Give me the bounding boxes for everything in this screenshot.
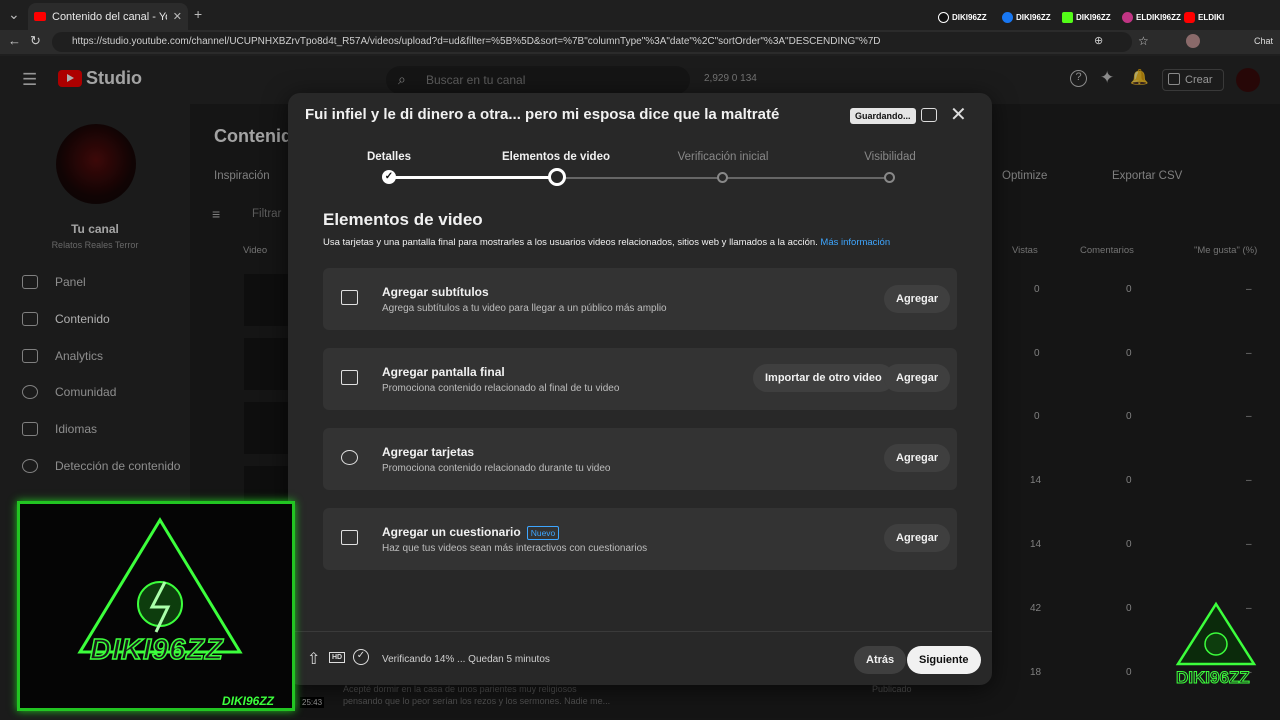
- webcam-overlay: DIKI96ZZ DIKI96ZZ: [17, 501, 295, 711]
- tab-close-icon[interactable]: ✕: [173, 10, 182, 23]
- step-todo-dot: [884, 172, 895, 183]
- section-description-text: Usa tarjetas y una pantalla final para m…: [323, 237, 818, 248]
- checkbox-icon: [341, 530, 358, 545]
- import-from-video-button[interactable]: Importar de otro video: [753, 364, 894, 392]
- end-screen-icon: [341, 370, 358, 385]
- social-label: DIKI96ZZ: [952, 13, 987, 22]
- card-subtitle: Promociona contenido relacionado durante…: [382, 463, 611, 474]
- card-title: Agregar tarjetas: [382, 445, 475, 459]
- upload-dialog: Fui infiel y le di dinero a otra... pero…: [288, 93, 992, 685]
- bookmark-star-icon[interactable]: ☆: [1138, 34, 1149, 48]
- kick-icon: [1062, 12, 1073, 23]
- saving-badge: Guardando...: [850, 108, 916, 124]
- back-button[interactable]: Atrás: [854, 646, 907, 674]
- close-icon[interactable]: ✕: [950, 102, 967, 127]
- info-icon: [341, 450, 358, 465]
- hd-icon[interactable]: HD: [329, 652, 346, 663]
- step-elementos[interactable]: Elementos de video: [491, 151, 621, 163]
- chat-label[interactable]: Chat: [1254, 36, 1273, 46]
- tab-title: Contenido del canal - YouTube Stu: [52, 10, 167, 23]
- card-subtitle: Haz que tus videos sean más interactivos…: [382, 543, 648, 554]
- card-end-screen: Agregar pantalla final Promociona conten…: [323, 348, 957, 410]
- corner-brand-text: DIKI96ZZ: [1176, 668, 1251, 688]
- instagram-icon: [1122, 12, 1133, 23]
- step-verificacion[interactable]: Verificación inicial: [658, 151, 788, 163]
- webcam-brand-subtext: DIKI96ZZ: [222, 694, 275, 708]
- youtube-favicon-icon: [34, 12, 46, 21]
- social-youtube: ELDIKI: [1184, 12, 1224, 23]
- social-label: ELDIKI96ZZ: [1136, 13, 1181, 22]
- step-todo-dot: [717, 172, 728, 183]
- add-quiz-button[interactable]: Agregar: [884, 524, 951, 552]
- stepper-progress-done: [389, 176, 557, 179]
- dialog-title: Fui infiel y le di dinero a otra... pero…: [305, 106, 780, 123]
- social-label: ELDIKI: [1198, 13, 1225, 22]
- check-circle-icon[interactable]: ✓: [353, 649, 369, 665]
- subtitles-icon: [341, 290, 358, 305]
- back-arrow-icon[interactable]: ←: [8, 33, 21, 48]
- browser-tab-bar: ⌄ Contenido del canal - YouTube Stu ✕ + …: [0, 0, 1280, 30]
- profile-avatar[interactable]: [1186, 34, 1200, 48]
- section-description: Usa tarjetas y una pantalla final para m…: [323, 237, 890, 248]
- new-tab-icon[interactable]: +: [194, 6, 202, 22]
- feedback-icon[interactable]: [921, 108, 937, 122]
- card-title: Agregar un cuestionario Nuevo: [382, 525, 560, 540]
- upload-status: Verificando 14% ... Quedan 5 minutos: [382, 654, 550, 665]
- more-info-link[interactable]: Más información: [820, 237, 890, 248]
- upload-icon[interactable]: ⇧: [307, 649, 320, 669]
- card-subtitle: Agrega subtítulos a tu video para llegar…: [382, 303, 667, 314]
- url-field[interactable]: https://studio.youtube.com/channel/UCUPN…: [52, 32, 1132, 52]
- social-label: DIKI96ZZ: [1016, 13, 1051, 22]
- zoom-icon[interactable]: ⊕: [1094, 34, 1103, 47]
- card-title-text: Agregar un cuestionario: [382, 525, 521, 539]
- next-button[interactable]: Siguiente: [907, 646, 981, 674]
- social-facebook: DIKI96ZZ: [1002, 12, 1051, 23]
- social-kick: DIKI96ZZ: [1062, 12, 1111, 23]
- social-tiktok: DIKI96ZZ: [938, 12, 987, 23]
- reload-icon[interactable]: ↻: [30, 33, 41, 49]
- dialog-footer: ⇧ HD ✓ Verificando 14% ... Quedan 5 minu…: [288, 631, 992, 685]
- browser-tab[interactable]: Contenido del canal - YouTube Stu ✕: [28, 3, 188, 30]
- step-done-check-icon: ✓: [382, 170, 396, 184]
- card-subtitles: Agregar subtítulos Agrega subtítulos a t…: [323, 268, 957, 330]
- add-cards-button[interactable]: Agregar: [884, 444, 951, 472]
- new-badge: Nuevo: [526, 525, 560, 540]
- step-detalles[interactable]: Detalles: [324, 151, 454, 163]
- tiktok-icon: [938, 12, 949, 23]
- section-title: Elementos de video: [323, 210, 483, 229]
- card-title: Agregar subtítulos: [382, 285, 489, 299]
- step-visibilidad[interactable]: Visibilidad: [825, 151, 955, 163]
- facebook-icon: [1002, 12, 1013, 23]
- address-bar: ← ↻ https://studio.youtube.com/channel/U…: [0, 30, 1280, 54]
- youtube-icon: [1184, 12, 1195, 23]
- card-subtitle: Promociona contenido relacionado al fina…: [382, 383, 620, 394]
- add-subtitles-button[interactable]: Agregar: [884, 285, 951, 313]
- card-cards: Agregar tarjetas Promociona contenido re…: [323, 428, 957, 490]
- add-end-screen-button[interactable]: Agregar: [884, 364, 951, 392]
- social-label: DIKI96ZZ: [1076, 13, 1111, 22]
- card-quiz: Agregar un cuestionario Nuevo Haz que tus…: [323, 508, 957, 570]
- tab-list-icon[interactable]: ⌄: [8, 6, 20, 23]
- step-current-dot: [548, 168, 566, 186]
- card-title: Agregar pantalla final: [382, 365, 505, 379]
- social-instagram: ELDIKI96ZZ: [1122, 12, 1181, 23]
- webcam-brand-text: DIKI96ZZ: [89, 633, 224, 667]
